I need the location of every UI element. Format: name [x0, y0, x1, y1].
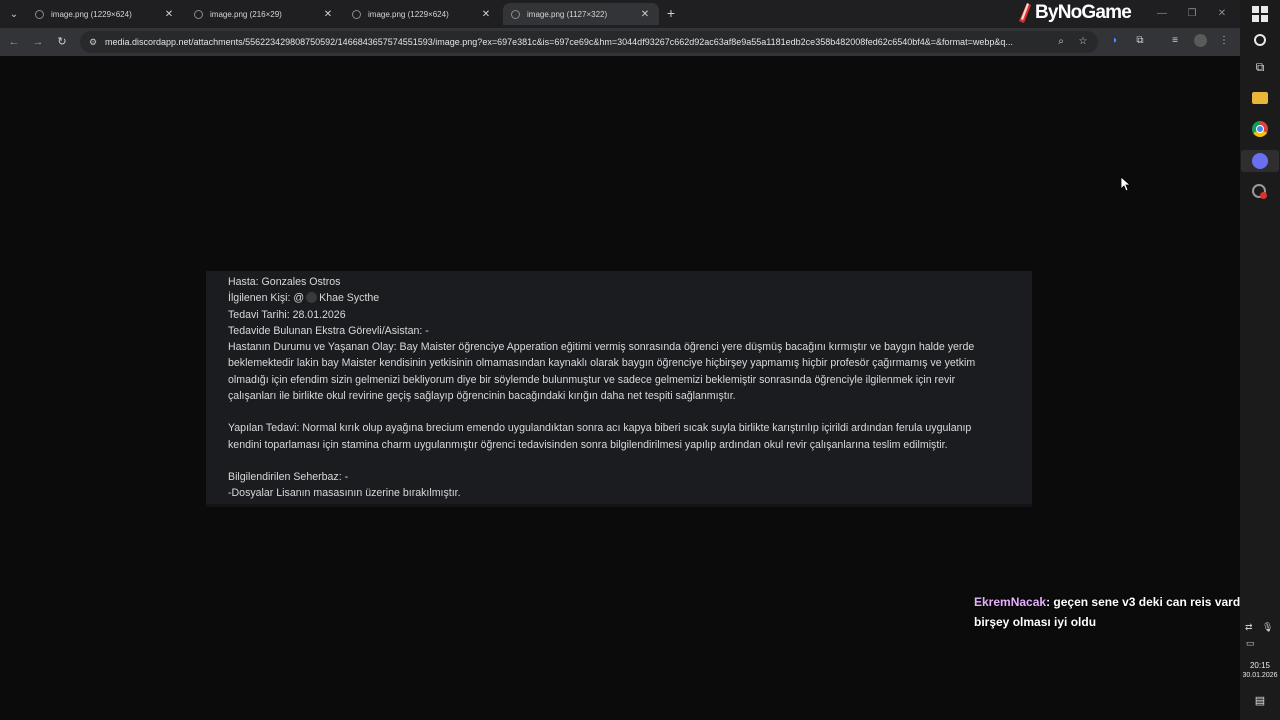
window-close-icon[interactable]: ✕: [1214, 6, 1230, 22]
globe-icon: [511, 9, 520, 19]
brand-text: ByNoGame: [1035, 2, 1132, 23]
app-icon[interactable]: [1252, 184, 1267, 199]
clock-time[interactable]: 20:15: [1240, 661, 1280, 670]
forward-icon[interactable]: →: [30, 34, 46, 50]
zoom-icon[interactable]: ⌕: [1054, 35, 1068, 49]
document-line: olmadığı için efendim sizin gelmenizi be…: [228, 373, 956, 386]
chat-username: EkremNacak: [974, 595, 1047, 609]
document-line: Yapılan Tedavi: Normal kırık olup ayağın…: [228, 422, 972, 435]
tab-title: image.png (1229×624): [368, 9, 449, 19]
document-line-mention: İlgilenen Kişi: @ Khae Sycthe: [228, 290, 1024, 306]
media-controls-icon[interactable]: ≡: [1168, 34, 1182, 48]
display-icon[interactable]: ▭: [1246, 638, 1262, 654]
chat-message-line: birşey olması iyi oldu: [974, 615, 1097, 629]
mention-prefix: İlgilenen Kişi: @: [228, 292, 305, 305]
clock-date[interactable]: 30.01.2026: [1240, 672, 1280, 679]
bookmark-star-icon[interactable]: ☆: [1076, 35, 1090, 49]
discord-icon[interactable]: [1252, 153, 1268, 169]
close-icon[interactable]: ✕: [163, 9, 175, 20]
document-line: kendini toparlaması için stamina charm u…: [228, 438, 948, 451]
browser-toolbar: ← → ↻ ⚙ media.discordapp.net/attachments…: [0, 28, 1240, 56]
brand-overlay: ByNoGame: [1018, 0, 1132, 26]
notifications-icon[interactable]: ▤: [1252, 694, 1268, 710]
mention-name: Khae Sycthe: [319, 292, 380, 305]
document-line: Tedavi Tarihi: 28.01.2026: [228, 308, 346, 321]
tab[interactable]: image.png (1229×624) ✕: [344, 3, 500, 25]
document-line: Bilgilendirilen Seherbaz: -: [228, 471, 349, 483]
tab[interactable]: image.png (216×29) ✕: [186, 3, 342, 25]
tab-title: image.png (1229×624): [51, 9, 132, 19]
task-view-icon[interactable]: ⧉: [1252, 60, 1268, 76]
tab-title: image.png (1127×322): [527, 9, 608, 19]
document-line: Hastanın Durumu ve Yaşanan Olay: Bay Mai…: [228, 341, 975, 353]
minimize-icon[interactable]: —: [1154, 6, 1170, 22]
close-icon[interactable]: ✕: [322, 9, 334, 20]
chrome-icon[interactable]: [1252, 121, 1268, 137]
document-image: Hasta: Gonzales Ostros İlgilenen Kişi: @…: [206, 271, 1032, 504]
reload-icon[interactable]: ↻: [54, 34, 70, 50]
extensions-puzzle-icon[interactable]: ⧉: [1133, 34, 1147, 48]
site-info-icon[interactable]: ⚙: [86, 35, 100, 49]
tab-active[interactable]: image.png (1127×322) ✕: [503, 3, 659, 25]
extension-icon[interactable]: ◗: [1108, 34, 1122, 48]
document-line: çalışanları ile birlikte okul revirine g…: [228, 389, 736, 402]
document-line: Tedavide Bulunan Ekstra Görevli/Asistan:…: [228, 324, 429, 337]
globe-icon: [352, 9, 361, 19]
close-icon[interactable]: ✕: [639, 9, 651, 20]
document-line: beklemektedir lakin bay Maister kendisin…: [228, 357, 976, 370]
search-icon[interactable]: [1254, 34, 1266, 46]
document-text: Hasta: Gonzales Ostros İlgilenen Kişi: @…: [228, 274, 1024, 502]
restore-icon[interactable]: ❐: [1184, 6, 1200, 22]
back-icon[interactable]: ←: [6, 34, 22, 50]
globe-icon: [194, 9, 203, 19]
globe-icon: [35, 9, 44, 19]
url-text[interactable]: media.discordapp.net/attachments/5562234…: [105, 35, 1045, 49]
stream-chat-overlay: EkremNacak: geçen sene v3 deki can reis …: [974, 595, 1240, 635]
menu-icon[interactable]: ⋮: [1217, 34, 1231, 48]
brand-logo-icon: [1019, 3, 1031, 23]
document-line: -Dosyalar Lisanın masasının üzerine bıra…: [228, 487, 461, 500]
file-explorer-icon[interactable]: [1252, 92, 1268, 104]
taskbar: ⧉ ⇄ 🎙 ▭ 20:15 30.01.2026 ▤: [1240, 0, 1280, 720]
profile-avatar[interactable]: [1194, 34, 1207, 47]
mention-avatar: [306, 292, 318, 304]
screen: ⌄ image.png (1229×624) ✕ image.png (216×…: [0, 0, 1280, 720]
windows-start-icon[interactable]: [1252, 6, 1268, 22]
close-icon[interactable]: ✕: [480, 9, 492, 20]
tab[interactable]: image.png (1229×624) ✕: [27, 3, 183, 25]
mouse-cursor-icon: [1121, 177, 1131, 192]
document-line: Hasta: Gonzales Ostros: [228, 276, 341, 288]
mic-icon[interactable]: 🎙: [1262, 622, 1278, 638]
chat-text: : geçen sene v3 deki can reis vardı oray…: [1046, 595, 1240, 609]
address-bar[interactable]: ⚙ media.discordapp.net/attachments/55622…: [80, 31, 1098, 53]
tab-strip: ⌄ image.png (1229×624) ✕ image.png (216×…: [0, 0, 1240, 28]
tab-search-chevron-icon[interactable]: ⌄: [4, 4, 24, 24]
chat-message-line: EkremNacak: geçen sene v3 deki can reis …: [974, 595, 1240, 609]
new-tab-plus-icon[interactable]: +: [664, 5, 678, 21]
network-icon[interactable]: ⇄: [1245, 622, 1261, 638]
tab-title: image.png (216×29): [210, 9, 282, 19]
